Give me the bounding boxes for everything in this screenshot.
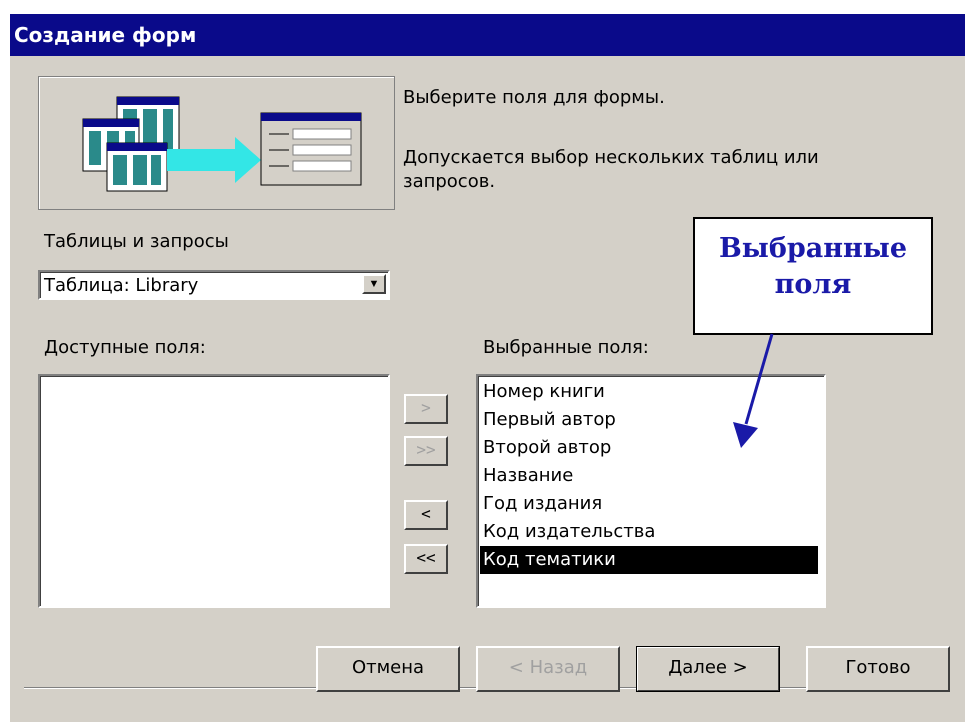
available-fields-label: Доступные поля: (44, 337, 206, 358)
finish-button[interactable]: Готово (806, 646, 950, 692)
tables-to-form-icon (82, 96, 362, 192)
callout-line-1: Выбранные (718, 233, 908, 264)
list-item[interactable]: Год издания (480, 490, 820, 518)
add-all-fields-button[interactable]: >> (404, 436, 448, 466)
next-button[interactable]: Далее > (636, 646, 780, 692)
list-item-selected[interactable]: Код тематики (480, 546, 818, 574)
remove-field-button[interactable]: < (404, 500, 448, 530)
remove-all-fields-button[interactable]: << (404, 544, 448, 574)
intro-text-2b: запросов. (403, 171, 496, 192)
callout-line-2: поля (774, 269, 852, 300)
list-item[interactable]: Код издательства (480, 518, 820, 546)
window-title: Создание форм (10, 14, 965, 56)
selected-fields-callout: Выбранные поля (693, 217, 933, 335)
list-item[interactable]: Второй автор (480, 434, 820, 462)
wizard-illustration (38, 76, 395, 210)
list-item[interactable]: Название (480, 462, 820, 490)
intro-text-2a: Допускается выбор нескольких таблиц или (403, 147, 819, 168)
list-item[interactable]: Номер книги (480, 378, 820, 406)
available-fields-list[interactable] (38, 374, 390, 608)
chevron-down-icon[interactable]: ▼ (362, 274, 386, 294)
tables-queries-combobox[interactable]: Таблица: Library ▼ (38, 270, 390, 300)
add-field-button[interactable]: > (404, 394, 448, 424)
list-item[interactable]: Первый автор (480, 406, 820, 434)
cancel-button[interactable]: Отмена (316, 646, 460, 692)
selected-fields-list[interactable]: Номер книги Первый автор Второй автор На… (476, 374, 826, 608)
selected-fields-label: Выбранные поля: (483, 337, 649, 358)
combobox-value: Таблица: Library (44, 275, 199, 296)
intro-text-1: Выберите поля для формы. (403, 87, 665, 108)
back-button[interactable]: < Назад (476, 646, 620, 692)
tables-queries-label: Таблицы и запросы (44, 231, 229, 252)
form-wizard-dialog: Создание форм Выберите поля для формы. Д… (10, 14, 965, 722)
